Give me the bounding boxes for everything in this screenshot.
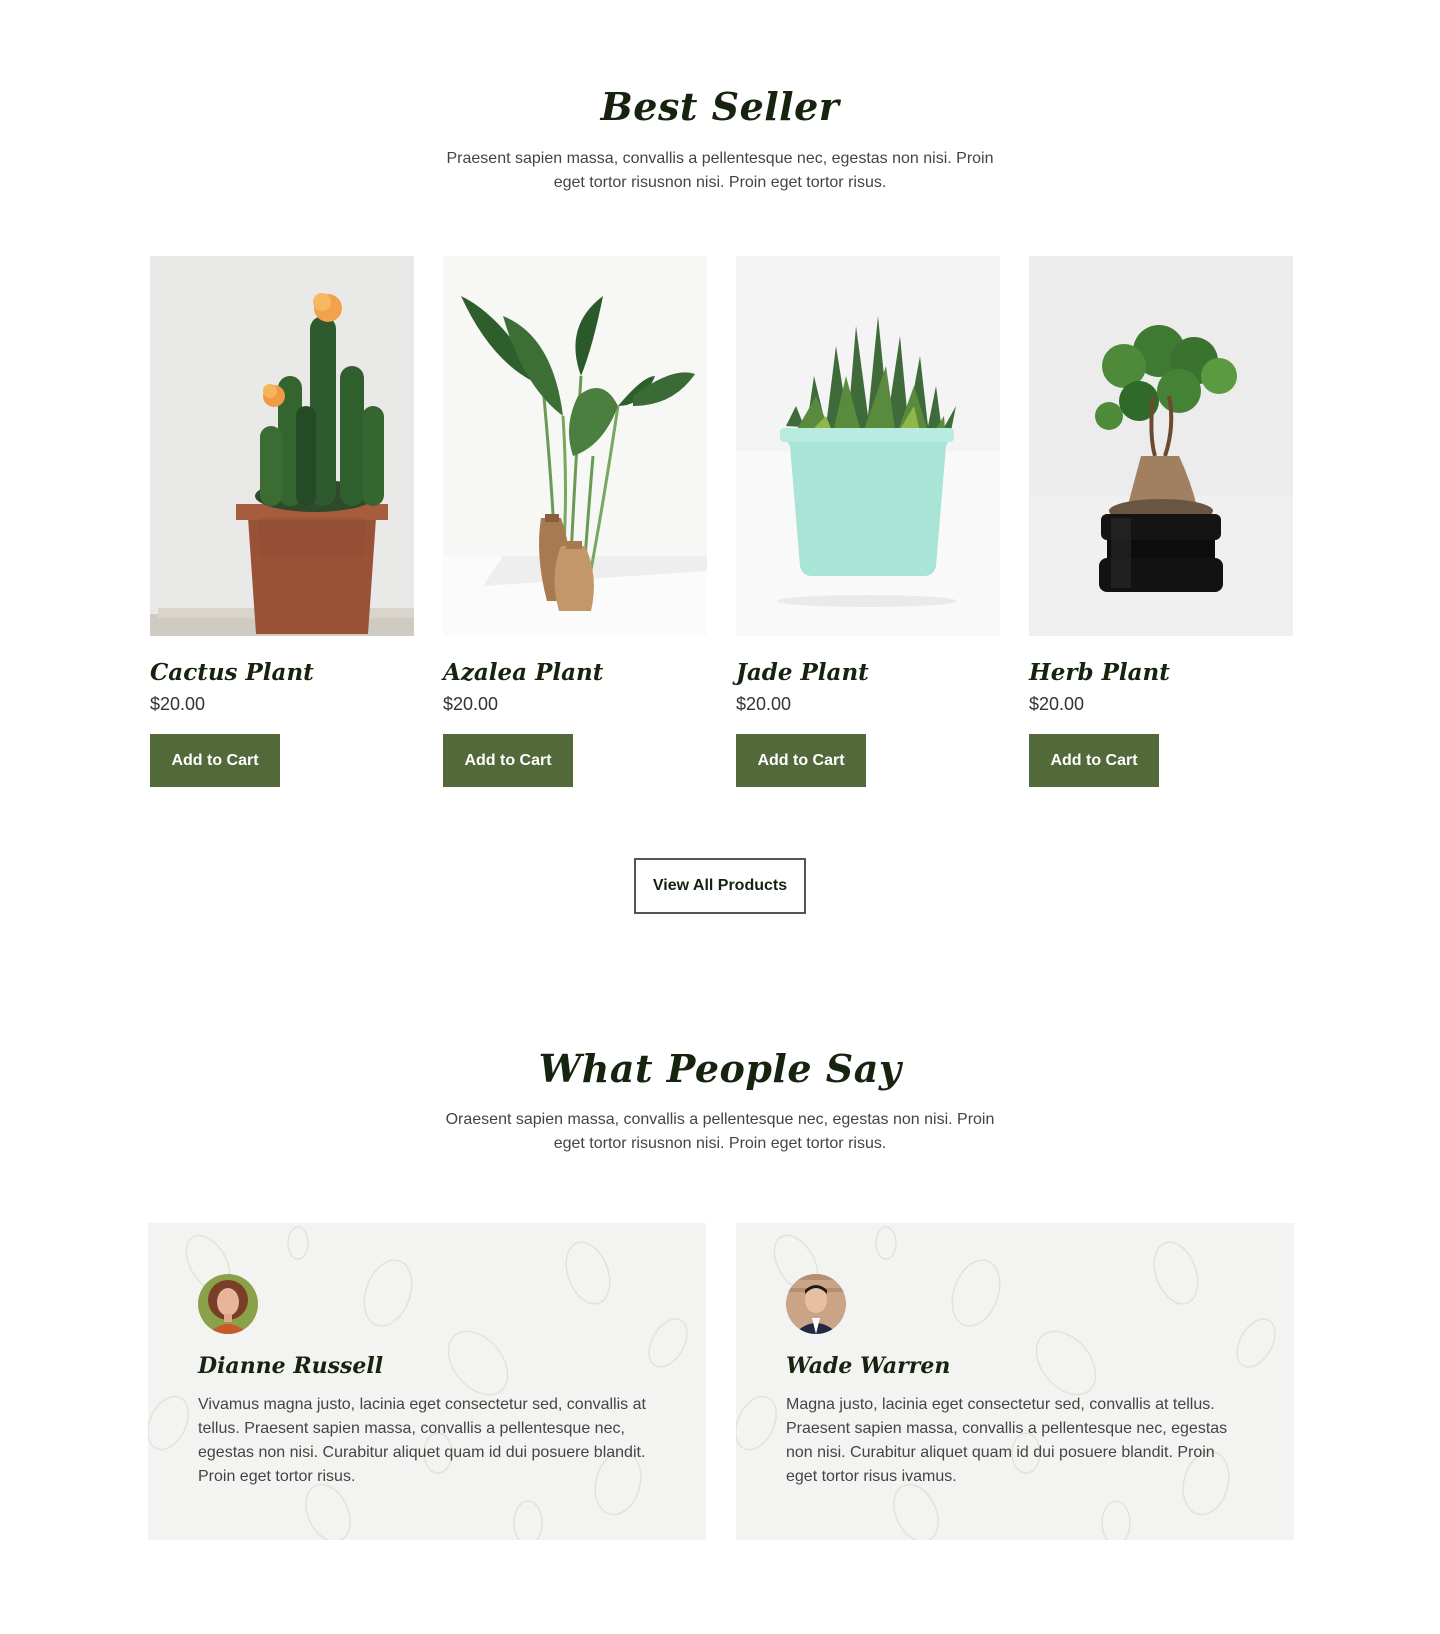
testimonial-card: Wade Warren Magna justo, lacinia eget co… xyxy=(736,1223,1294,1540)
testimonial-quote: Vivamus magna justo, lacinia eget consec… xyxy=(198,1396,646,1485)
product-image-azalea[interactable] xyxy=(443,256,707,636)
add-to-cart-button[interactable]: Add to Cart xyxy=(736,734,866,787)
azalea-image xyxy=(443,256,707,636)
product-name[interactable]: Cactus Plant xyxy=(150,658,414,688)
testimonial-card: Dianne Russell Vivamus magna justo, laci… xyxy=(148,1223,706,1540)
add-to-cart-button[interactable]: Add to Cart xyxy=(150,734,280,787)
testimonial-name: Wade Warren xyxy=(786,1353,951,1379)
avatar-woman xyxy=(198,1274,258,1334)
avatar-man xyxy=(786,1274,846,1334)
product-price: $20.00 xyxy=(736,694,792,714)
add-to-cart-button[interactable]: Add to Cart xyxy=(1029,734,1159,787)
testimonials-subtitle: Oraesent sapien massa, convallis a pelle… xyxy=(445,1111,995,1152)
cactus-image xyxy=(150,256,414,636)
jade-image xyxy=(736,256,1000,636)
product-card: Azalea Plant $20.00 Add to Cart xyxy=(443,256,707,787)
product-image-jade[interactable] xyxy=(736,256,1000,636)
product-name[interactable]: Herb Plant xyxy=(1029,658,1293,688)
herb-image xyxy=(1029,256,1293,636)
product-price: $20.00 xyxy=(1029,694,1085,714)
best-seller-title: Best Seller xyxy=(600,84,840,129)
product-image-herb[interactable] xyxy=(1029,256,1293,636)
avatar xyxy=(198,1274,258,1334)
avatar xyxy=(786,1274,846,1334)
leaf-pattern xyxy=(148,1226,688,1540)
testimonial-quote: Magna justo, lacinia eget consectetur se… xyxy=(786,1396,1228,1485)
product-name[interactable]: Azalea Plant xyxy=(443,658,707,688)
testimonial-name: Dianne Russell xyxy=(198,1353,384,1379)
product-card: Cactus Plant $20.00 Add to Cart xyxy=(150,256,414,787)
product-name[interactable]: Jade Plant xyxy=(736,658,1000,688)
best-seller-subtitle: Praesent sapien massa, convallis a pelle… xyxy=(446,150,994,191)
product-price: $20.00 xyxy=(150,694,206,714)
product-price: $20.00 xyxy=(443,694,499,714)
add-to-cart-button[interactable]: Add to Cart xyxy=(443,734,573,787)
view-all-products-button[interactable]: View All Products xyxy=(634,858,806,914)
leaf-pattern xyxy=(736,1226,1276,1540)
product-card: Herb Plant $20.00 Add to Cart xyxy=(1029,256,1293,787)
product-image-cactus[interactable] xyxy=(150,256,414,636)
testimonials-title: What People Say xyxy=(538,1046,902,1091)
product-card: Jade Plant $20.00 Add to Cart xyxy=(736,256,1000,787)
